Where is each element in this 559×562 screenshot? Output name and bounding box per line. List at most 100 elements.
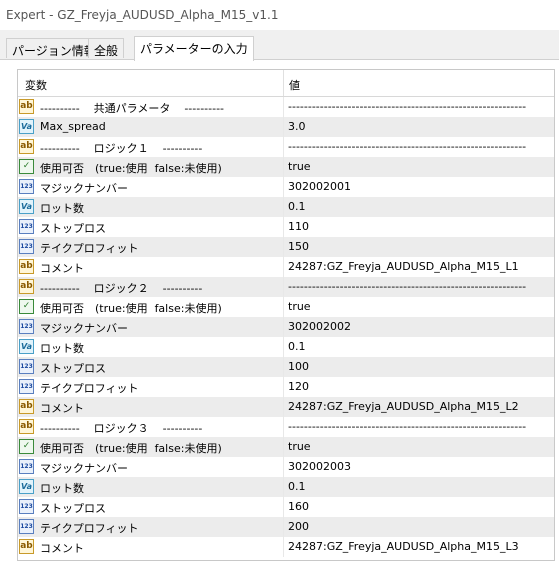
parameter-value[interactable]: 150 — [288, 240, 309, 253]
column-divider — [283, 297, 284, 317]
integer-param-icon: 123 — [19, 179, 34, 194]
column-divider — [283, 437, 284, 457]
parameter-value[interactable]: true — [288, 160, 311, 173]
column-divider — [283, 337, 284, 357]
parameter-value[interactable]: ----------------------------------------… — [288, 420, 526, 433]
parameter-row[interactable]: ✓ 使用可否 (true:使用 false:未使用) true — [18, 437, 554, 457]
parameter-name: ロット数 — [40, 482, 84, 495]
parameter-name: 使用可否 (true:使用 false:未使用) — [40, 162, 222, 175]
tab-panel: 変数 値 ab ---------- 共通パラメータ ---------- ----… — [0, 59, 559, 562]
column-divider — [283, 157, 284, 177]
column-divider — [283, 317, 284, 337]
parameter-name: ロット数 — [40, 202, 84, 215]
parameter-row[interactable]: ✓ 使用可否 (true:使用 false:未使用) true — [18, 297, 554, 317]
parameter-row[interactable]: 123 マジックナンバー 302002002 — [18, 317, 554, 337]
parameter-row[interactable]: ab ---------- ロジック３ ---------- -----------… — [18, 417, 554, 437]
parameter-value[interactable]: 200 — [288, 520, 309, 533]
parameter-name: ストップロス — [40, 362, 106, 375]
bool-param-icon: ✓ — [19, 439, 34, 454]
column-divider — [283, 277, 284, 297]
parameter-value[interactable]: 302002001 — [288, 180, 351, 193]
tab-general[interactable]: 全般 — [88, 38, 125, 58]
column-divider — [283, 497, 284, 517]
column-header-value[interactable]: 値 — [289, 77, 300, 93]
parameter-row[interactable]: 123 テイクプロフィット 120 — [18, 377, 554, 397]
parameter-value[interactable]: 0.1 — [288, 480, 306, 493]
double-param-icon: Va — [19, 119, 34, 134]
parameter-row[interactable]: Va Max_spread 3.0 — [18, 117, 554, 137]
column-divider — [283, 97, 284, 117]
column-header-variable[interactable]: 変数 — [25, 77, 47, 93]
string-param-icon: ab — [19, 99, 34, 114]
integer-param-icon: 123 — [19, 459, 34, 474]
parameter-value[interactable]: 120 — [288, 380, 309, 393]
integer-param-icon: 123 — [19, 319, 34, 334]
column-divider[interactable] — [283, 70, 284, 96]
parameter-value[interactable]: 100 — [288, 360, 309, 373]
parameter-row[interactable]: 123 ストップロス 110 — [18, 217, 554, 237]
parameter-value[interactable]: true — [288, 440, 311, 453]
column-divider — [283, 137, 284, 157]
column-divider — [283, 117, 284, 137]
parameter-name: コメント — [40, 262, 84, 275]
parameter-name: ---------- 共通パラメータ ---------- — [40, 102, 225, 115]
parameter-name: ---------- ロジック２ ---------- — [40, 282, 203, 295]
column-divider — [283, 197, 284, 217]
parameter-name: ストップロス — [40, 222, 106, 235]
integer-param-icon: 123 — [19, 219, 34, 234]
parameter-row[interactable]: ab ---------- 共通パラメータ ---------- ---------… — [18, 97, 554, 117]
parameter-row[interactable]: ab ---------- ロジック２ ---------- -----------… — [18, 277, 554, 297]
bool-param-icon: ✓ — [19, 299, 34, 314]
parameter-value[interactable]: 110 — [288, 220, 309, 233]
parameter-row[interactable]: 123 ストップロス 100 — [18, 357, 554, 377]
parameter-name: ストップロス — [40, 502, 106, 515]
parameter-value[interactable]: 0.1 — [288, 340, 306, 353]
parameter-name: 使用可否 (true:使用 false:未使用) — [40, 302, 222, 315]
parameter-row[interactable]: Va ロット数 0.1 — [18, 477, 554, 497]
parameter-value[interactable]: 302002002 — [288, 320, 351, 333]
integer-param-icon: 123 — [19, 379, 34, 394]
parameter-row[interactable]: 123 テイクプロフィット 150 — [18, 237, 554, 257]
parameter-value[interactable]: 302002003 — [288, 460, 351, 473]
parameter-name: ---------- ロジック３ ---------- — [40, 422, 203, 435]
parameter-value[interactable]: ----------------------------------------… — [288, 280, 526, 293]
column-divider — [283, 537, 284, 557]
parameter-value[interactable]: ----------------------------------------… — [288, 140, 526, 153]
column-divider — [283, 397, 284, 417]
parameter-row[interactable]: Va ロット数 0.1 — [18, 337, 554, 357]
parameter-row[interactable]: ab コメント 24287:GZ_Freyja_AUDUSD_Alpha_M15_L… — [18, 397, 554, 417]
parameter-row[interactable]: ✓ 使用可否 (true:使用 false:未使用) true — [18, 157, 554, 177]
string-param-icon: ab — [19, 259, 34, 274]
column-divider — [283, 517, 284, 537]
parameter-value[interactable]: 0.1 — [288, 200, 306, 213]
parameter-row[interactable]: Va ロット数 0.1 — [18, 197, 554, 217]
parameter-value[interactable]: 24287:GZ_Freyja_AUDUSD_Alpha_M15_L1 — [288, 260, 519, 273]
column-divider — [283, 237, 284, 257]
parameter-row[interactable]: 123 ストップロス 160 — [18, 497, 554, 517]
column-divider — [283, 357, 284, 377]
bool-param-icon: ✓ — [19, 159, 34, 174]
column-divider — [283, 457, 284, 477]
tab-bar: パージョン情報 全般 パラメーターの入力 — [0, 36, 559, 61]
parameter-value[interactable]: 3.0 — [288, 120, 306, 133]
integer-param-icon: 123 — [19, 239, 34, 254]
tab-parameters[interactable]: パラメーターの入力 — [134, 36, 254, 61]
double-param-icon: Va — [19, 199, 34, 214]
parameter-value[interactable]: 24287:GZ_Freyja_AUDUSD_Alpha_M15_L2 — [288, 400, 519, 413]
parameter-value[interactable]: 160 — [288, 500, 309, 513]
string-param-icon: ab — [19, 539, 34, 554]
parameter-value[interactable]: 24287:GZ_Freyja_AUDUSD_Alpha_M15_L3 — [288, 540, 519, 553]
parameter-row[interactable]: ab ---------- ロジック１ ---------- -----------… — [18, 137, 554, 157]
parameter-row[interactable]: ab コメント 24287:GZ_Freyja_AUDUSD_Alpha_M15_L… — [18, 537, 554, 557]
parameter-name: Max_spread — [40, 120, 106, 133]
column-divider — [283, 217, 284, 237]
parameter-row[interactable]: 123 テイクプロフィット 200 — [18, 517, 554, 537]
parameter-row[interactable]: 123 マジックナンバー 302002001 — [18, 177, 554, 197]
parameter-row[interactable]: 123 マジックナンバー 302002003 — [18, 457, 554, 477]
parameter-name: テイクプロフィット — [40, 242, 139, 255]
parameter-value[interactable]: ----------------------------------------… — [288, 100, 526, 113]
parameter-name: ---------- ロジック１ ---------- — [40, 142, 203, 155]
parameter-value[interactable]: true — [288, 300, 311, 313]
parameter-row[interactable]: ab コメント 24287:GZ_Freyja_AUDUSD_Alpha_M15_L… — [18, 257, 554, 277]
integer-param-icon: 123 — [19, 359, 34, 374]
